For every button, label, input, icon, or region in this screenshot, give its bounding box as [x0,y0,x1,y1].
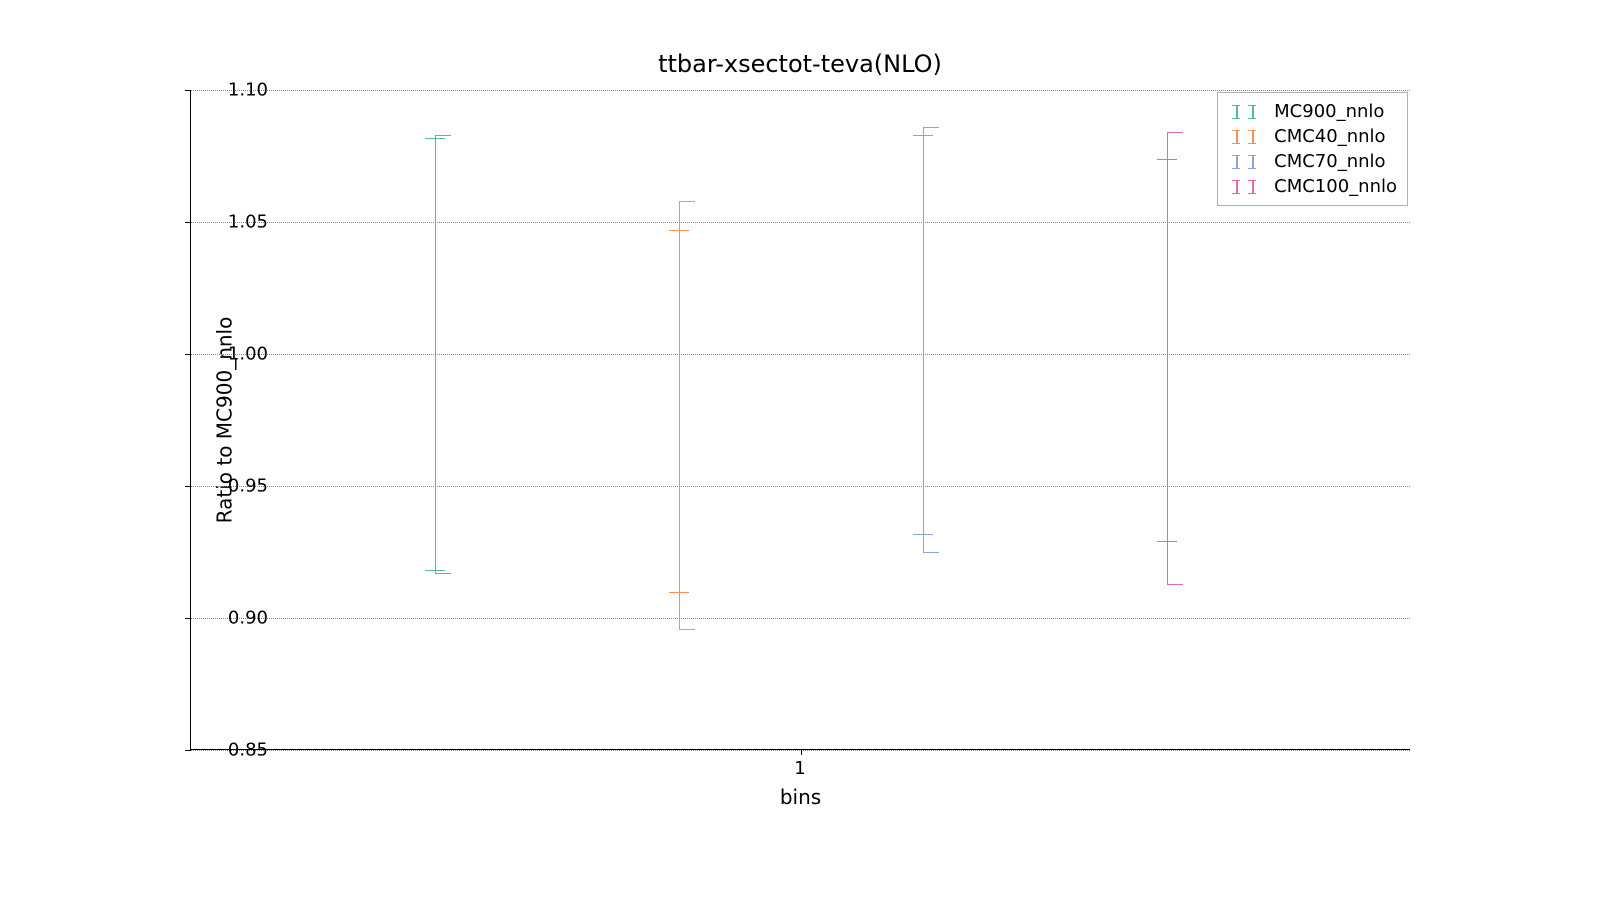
errorbar-inner-cap [1157,541,1177,542]
xtick-label: 1 [794,758,805,779]
errorbar-inner-cap [1157,159,1177,160]
ytick-label: 1.05 [208,212,268,233]
legend-item: CMC100_nnlo [1228,174,1397,199]
errorbar-CMC100_nnlo [1167,132,1168,583]
errorbar-cap [923,127,939,128]
ytick-mark [185,750,191,751]
ytick-mark [185,618,191,619]
errorbar-cap [1167,132,1183,133]
errorbar-inner-cap [913,135,933,136]
ytick-mark [185,486,191,487]
x-axis-label: bins [780,785,821,809]
legend-label: CMC70_nnlo [1274,151,1385,172]
ytick-mark [185,354,191,355]
errorbar-inner-cap [425,570,445,571]
gridline [191,354,1410,355]
errorbar-cap [679,629,695,630]
errorbar-cap [435,573,451,574]
legend-item: MC900_nnlo [1228,99,1397,124]
errorbar-inner-cap [913,534,933,535]
errorbar-inner-cap [669,230,689,231]
errorbar-cap [435,135,451,136]
legend-label: CMC40_nnlo [1274,126,1385,147]
errorbar-MC900_nnlo [435,135,436,573]
errorbar-CMC40_nnlo [679,201,680,629]
legend-item: CMC70_nnlo [1228,149,1397,174]
xtick-mark [801,749,802,755]
chart-title: ttbar-xsectot-teva(NLO) [100,50,1500,78]
errorbar-inner-cap [669,592,689,593]
errorbar-CMC70_nnlo [923,127,924,552]
legend-swatch [1228,105,1264,119]
gridline [191,486,1410,487]
ytick-mark [185,90,191,91]
ytick-mark [185,222,191,223]
legend-swatch [1228,155,1264,169]
legend-swatch [1228,180,1264,194]
gridline [191,618,1410,619]
legend-item: CMC40_nnlo [1228,124,1397,149]
errorbar-inner-cap [425,138,445,139]
errorbar-cap [679,201,695,202]
gridline [191,222,1410,223]
plot-area: Ratio to MC900_nnlo bins MC900_nnloCMC40… [190,90,1410,750]
errorbar-cap [1167,584,1183,585]
ytick-label: 1.10 [208,80,268,101]
ytick-label: 1.00 [208,344,268,365]
legend-swatch [1228,130,1264,144]
chart-container: ttbar-xsectot-teva(NLO) Ratio to MC900_n… [100,50,1500,850]
legend: MC900_nnlo CMC40_nnlo CMC70_nnlo CMC100_nnl… [1217,92,1408,206]
ytick-label: 0.95 [208,476,268,497]
gridline [191,90,1410,91]
errorbar-cap [923,552,939,553]
ytick-label: 0.85 [208,740,268,761]
ytick-label: 0.90 [208,608,268,629]
legend-label: CMC100_nnlo [1274,176,1397,197]
legend-label: MC900_nnlo [1274,101,1384,122]
